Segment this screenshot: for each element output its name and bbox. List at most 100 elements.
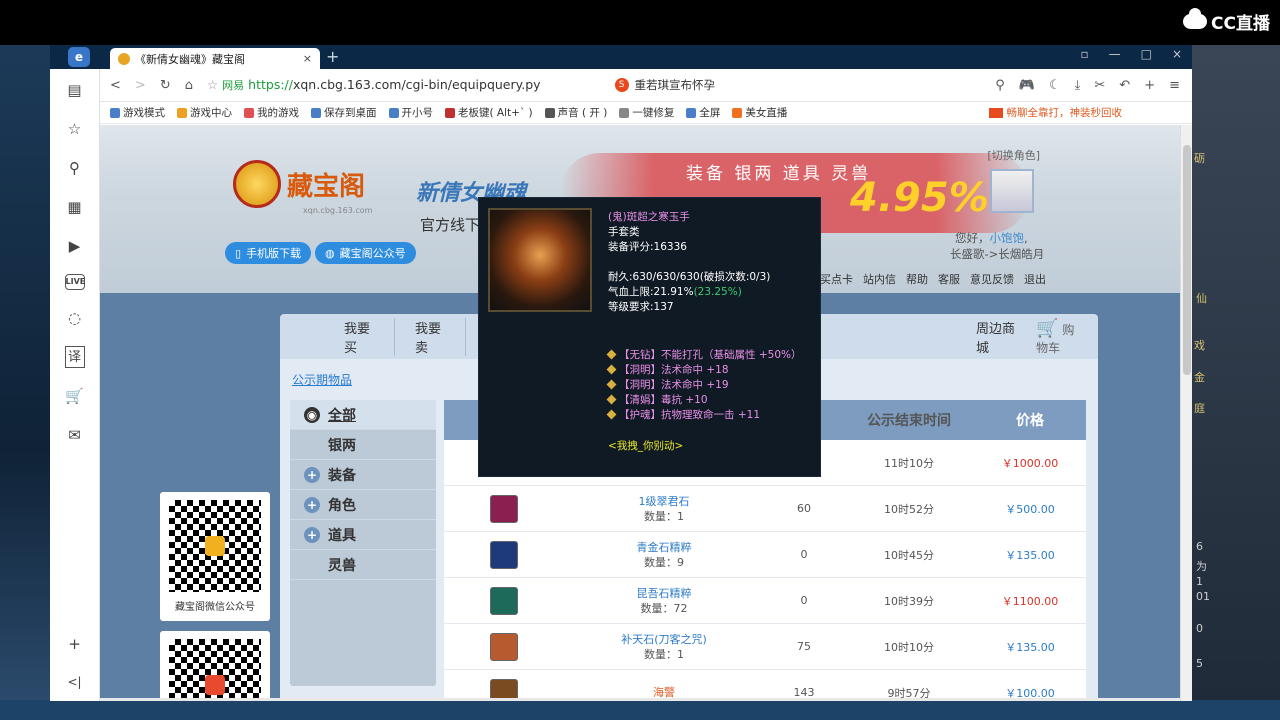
row-time: 10时45分: [884, 548, 934, 562]
vertical-scrollbar[interactable]: [1180, 125, 1192, 701]
search-box[interactable]: S 重若琪宣布怀孕: [614, 77, 775, 93]
table-row[interactable]: 1级翠君石 数量：1 60 10时52分 ￥500.00: [444, 486, 1086, 532]
home-icon[interactable]: ⌂: [185, 78, 193, 93]
tab-close-icon[interactable]: ×: [303, 52, 312, 65]
chat-icon[interactable]: ◌: [65, 307, 85, 329]
cart-icon: 🛒: [1036, 317, 1059, 339]
item-name-link[interactable]: 1级翠君石: [564, 494, 764, 509]
notice-link[interactable]: 公示期物品: [292, 371, 352, 388]
add-icon[interactable]: +: [65, 633, 85, 655]
category-role[interactable]: + 角色: [290, 490, 436, 520]
bookmark-icon: [311, 107, 321, 118]
book-icon[interactable]: ▦: [65, 196, 85, 218]
night-mode-icon[interactable]: ☾: [1049, 78, 1061, 93]
category-pet[interactable]: 灵兽: [290, 550, 436, 580]
crystal-item-icon[interactable]: [490, 540, 518, 569]
live-icon[interactable]: LIVE: [64, 274, 85, 290]
close-window-icon[interactable]: ×: [1172, 47, 1182, 61]
button-label: 藏宝阁公众号: [339, 247, 406, 260]
row-image[interactable]: [444, 494, 564, 523]
category-item[interactable]: + 道具: [290, 520, 436, 550]
switch-role-link[interactable]: [切换角色]: [987, 147, 1040, 163]
screenshot-icon[interactable]: ✂: [1094, 78, 1105, 93]
back-icon[interactable]: <: [110, 78, 121, 93]
expand-icon[interactable]: +: [304, 467, 320, 483]
mobile-download-button[interactable]: ▯ 手机版下载: [225, 242, 312, 264]
browser-app-icon[interactable]: e: [68, 47, 90, 67]
maximize-icon[interactable]: □: [1141, 47, 1152, 61]
service-link[interactable]: 客服: [938, 271, 960, 287]
bookmark-item[interactable]: 老板键( Alt+` ): [445, 105, 533, 120]
refresh-icon[interactable]: ↻: [160, 78, 171, 93]
bookmark-item[interactable]: 开小号: [388, 105, 433, 120]
bookmark-item[interactable]: 声音 ( 开 ): [544, 105, 607, 120]
cart-icon[interactable]: 🛒: [65, 385, 85, 407]
bookmark-promo[interactable]: 畅聊全靠打，神装秒回收: [988, 105, 1122, 120]
bookmark-item[interactable]: 保存到桌面: [311, 105, 377, 120]
url-field[interactable]: ☆ 网易 https://xqn.cbg.163.com/cgi-bin/equ…: [207, 77, 541, 93]
restore-icon[interactable]: ▫: [1080, 47, 1088, 61]
bookmark-item[interactable]: 一键修复: [619, 105, 674, 120]
row-level: 75: [797, 640, 811, 653]
item-name-link[interactable]: 昆吾石精粹: [564, 586, 764, 601]
favorites-icon[interactable]: ☆: [65, 118, 85, 140]
table-row[interactable]: 青金石精粹 数量：9 0 10时45分 ￥135.00: [444, 532, 1086, 578]
row-image[interactable]: [444, 632, 564, 661]
nav-shop[interactable]: 周边商城: [956, 318, 1036, 356]
feedback-link[interactable]: 意见反馈: [970, 271, 1014, 287]
add-icon[interactable]: +: [1144, 78, 1155, 93]
gem-item-icon[interactable]: [490, 494, 518, 523]
scroll-thumb[interactable]: [1183, 145, 1191, 375]
expand-icon[interactable]: +: [304, 527, 320, 543]
game-icon[interactable]: 🎮: [1019, 78, 1035, 93]
cbg-logo[interactable]: 藏宝阁 xqn.cbg.163.com: [233, 160, 372, 215]
browser-tab[interactable]: 《新倩女幽魂》藏宝阁 ×: [110, 48, 320, 69]
search-icon[interactable]: ⚲: [995, 78, 1005, 93]
table-row[interactable]: 海警 143 9时57分 ￥100.00: [444, 670, 1086, 701]
category-silver[interactable]: 银两: [290, 430, 436, 460]
username-link[interactable]: 小饱饱: [990, 231, 1025, 245]
reader-icon[interactable]: ▤: [65, 79, 85, 101]
bookmark-item[interactable]: 游戏中心: [177, 105, 232, 120]
translate-icon[interactable]: 译: [64, 346, 85, 368]
cart-link[interactable]: 🛒 购物车: [1036, 318, 1098, 356]
minimize-icon[interactable]: —: [1109, 47, 1121, 61]
new-tab-button[interactable]: +: [326, 47, 339, 66]
logout-link[interactable]: 退出: [1024, 271, 1046, 287]
nav-buy[interactable]: 我要买: [280, 317, 396, 356]
inbox-link[interactable]: 站内信: [863, 271, 896, 287]
qr-app: [160, 631, 270, 701]
undo-icon[interactable]: ↶: [1119, 78, 1130, 93]
buy-card-link[interactable]: 买点卡: [820, 271, 853, 287]
download-icon[interactable]: ⤓: [1075, 78, 1081, 93]
item-name-link[interactable]: 补天石(刀客之咒): [564, 632, 764, 647]
collapse-icon[interactable]: <|: [65, 671, 85, 693]
nav-sell[interactable]: 我要卖: [395, 317, 467, 356]
mail-icon[interactable]: ✉: [65, 424, 85, 446]
search-engine-icon[interactable]: S: [614, 78, 629, 92]
expand-icon[interactable]: +: [304, 497, 320, 513]
bookmark-item[interactable]: 全屏: [686, 105, 720, 120]
effect-text: 【无钻】不能打孔（基础属性 +50%）: [619, 349, 802, 361]
table-row[interactable]: 补天石(刀客之咒) 数量：1 75 10时10分 ￥135.00: [444, 624, 1086, 670]
row-image[interactable]: [444, 586, 564, 615]
bookmark-item[interactable]: 美女直播: [732, 105, 787, 120]
item-name-link[interactable]: 青金石精粹: [564, 540, 764, 555]
horizontal-scrollbar[interactable]: [100, 698, 1180, 701]
stone-item-icon[interactable]: [490, 632, 518, 661]
forward-icon[interactable]: >: [135, 78, 146, 93]
bg-text: 为: [1196, 560, 1207, 573]
favorite-icon[interactable]: ☆: [207, 77, 222, 92]
video-icon[interactable]: ▶: [65, 235, 85, 257]
crystal-item-icon[interactable]: [490, 586, 518, 615]
search-icon[interactable]: ⚲: [65, 157, 85, 179]
table-row[interactable]: 昆吾石精粹 数量：72 0 10时39分 ￥1100.00: [444, 578, 1086, 624]
bookmark-item[interactable]: 游戏模式: [110, 105, 165, 120]
menu-icon[interactable]: ≡: [1169, 78, 1180, 93]
category-all[interactable]: ◉ 全部: [290, 400, 436, 430]
category-equipment[interactable]: + 装备: [290, 460, 436, 490]
wechat-account-button[interactable]: ◍ 藏宝阁公众号: [315, 242, 416, 264]
help-link[interactable]: 帮助: [906, 271, 928, 287]
bookmark-item[interactable]: 我的游戏: [244, 105, 299, 120]
row-image[interactable]: [444, 540, 564, 569]
